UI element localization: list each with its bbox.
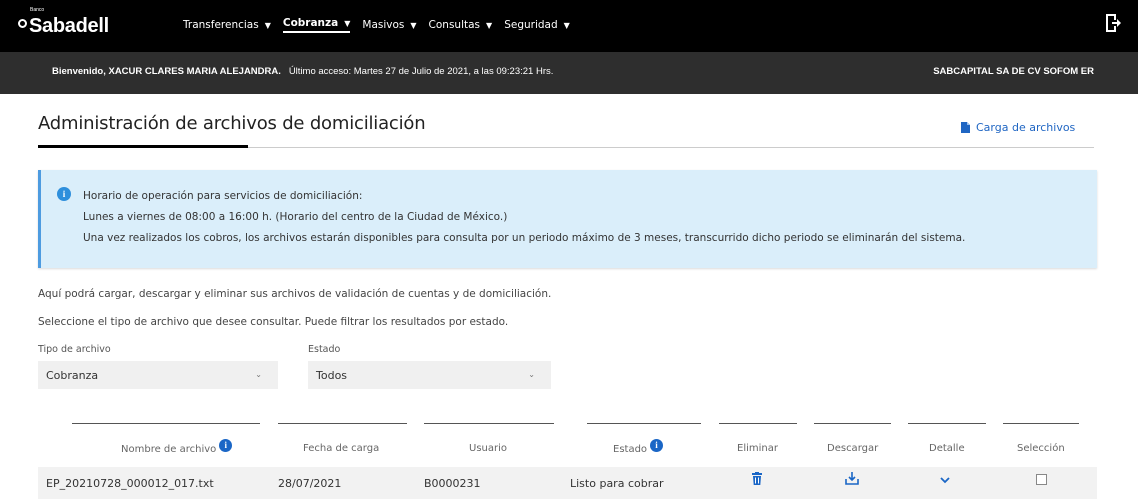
chevron-down-icon[interactable] xyxy=(940,477,950,484)
company-name: SABCAPITAL SA DE CV SOFOM ER xyxy=(933,66,1094,77)
info-line: Horario de operación para servicios de d… xyxy=(83,190,363,202)
header-usuario[interactable]: Usuario xyxy=(469,443,507,454)
top-navbar: Banco Sabadell Transferencias ▼ Cobranza ▼… xyxy=(0,0,1138,52)
column-divider xyxy=(1003,423,1079,424)
cell-estado: Listo para cobrar xyxy=(570,477,664,490)
header-label: Descargar xyxy=(827,443,879,454)
logo-name: Sabadell xyxy=(29,15,109,37)
info-text: Horario de operación para servicios de d… xyxy=(83,186,965,249)
upload-files-link[interactable]: Carga de archivos xyxy=(961,121,1075,134)
page-title: Administración de archivos de domiciliac… xyxy=(38,113,426,134)
row-select-checkbox[interactable] xyxy=(1036,474,1047,485)
info-icon[interactable]: i xyxy=(650,439,664,452)
title-underline xyxy=(38,145,248,148)
welcome-bar: Bienvenido, XACUR CLARES MARIA ALEJANDRA… xyxy=(0,52,1138,94)
cell-usuario: B0000231 xyxy=(424,477,481,490)
tipo-archivo-value: Cobranza xyxy=(46,368,99,382)
download-icon[interactable] xyxy=(845,472,859,485)
estado-label: Estado xyxy=(308,344,341,355)
cell-fecha-carga: 28/07/2021 xyxy=(278,477,342,490)
tipo-archivo-select[interactable]: Cobranza ⌄ xyxy=(38,361,278,389)
nav-cobranza[interactable]: Cobranza ▼ xyxy=(282,17,351,33)
column-divider xyxy=(278,423,407,424)
header-seleccion: Selección xyxy=(1017,443,1065,454)
header-nombre-archivo[interactable]: Nombre de archivo i xyxy=(121,439,233,456)
logo-banco-text: Banco xyxy=(30,7,45,13)
column-divider xyxy=(719,423,797,424)
info-icon: i xyxy=(57,187,71,201)
column-divider xyxy=(424,423,554,424)
column-divider xyxy=(908,423,986,424)
header-label: Fecha de carga xyxy=(303,443,380,454)
nav-masivos[interactable]: Masivos ▼ xyxy=(362,17,416,33)
header-label: Usuario xyxy=(469,443,508,454)
header-descargar: Descargar xyxy=(827,443,878,454)
cell-nombre-archivo: EP_20210728_000012_017.txt xyxy=(46,477,214,490)
header-estado[interactable]: Estado i xyxy=(613,439,664,456)
column-divider xyxy=(814,423,891,424)
chevron-down-icon: ⌄ xyxy=(528,370,535,379)
estado-value: Todos xyxy=(316,368,348,382)
caret-down-icon: ▼ xyxy=(563,20,570,30)
last-access-text: Último acceso: Martes 27 de Julio de 202… xyxy=(288,66,554,77)
header-label: Detalle xyxy=(929,443,965,454)
info-icon[interactable]: i xyxy=(219,439,233,452)
caret-down-icon: ▼ xyxy=(486,20,493,30)
chevron-down-icon: ⌄ xyxy=(255,370,262,379)
header-fecha-carga[interactable]: Fecha de carga xyxy=(303,443,379,454)
info-line: Una vez realizados los cobros, los archi… xyxy=(83,232,966,244)
estado-select[interactable]: Todos ⌄ xyxy=(308,361,551,389)
tipo-archivo-label: Tipo de archivo xyxy=(38,344,111,355)
header-label: Eliminar xyxy=(737,443,778,454)
info-alert: i Horario de operación para servicios de… xyxy=(38,170,1097,268)
nav-label: Cobranza xyxy=(282,17,339,29)
column-divider xyxy=(72,423,260,424)
caret-down-icon: ▼ xyxy=(344,18,351,28)
instructions-text: Aquí podrá cargar, descargar y eliminar … xyxy=(38,288,552,300)
filter-instructions-text: Seleccione el tipo de archivo que desee … xyxy=(38,316,509,328)
nav-consultas[interactable]: Consultas ▼ xyxy=(429,17,493,33)
header-detalle: Detalle xyxy=(929,443,965,454)
header-label: Nombre de archivo xyxy=(121,444,217,455)
caret-down-icon: ▼ xyxy=(410,20,417,30)
header-label: Selección xyxy=(1017,443,1065,454)
nav-seguridad[interactable]: Seguridad ▼ xyxy=(504,17,570,33)
column-divider xyxy=(587,423,701,424)
caret-down-icon: ▼ xyxy=(264,20,271,30)
nav-label: Transferencias xyxy=(183,19,259,31)
header-label: Estado xyxy=(613,444,648,455)
nav-label: Seguridad xyxy=(504,19,558,31)
upload-link-label: Carga de archivos xyxy=(976,121,1076,134)
info-line: Lunes a viernes de 08:00 a 16:00 h. (Hor… xyxy=(83,211,508,223)
nav-label: Masivos xyxy=(362,19,405,31)
header-eliminar: Eliminar xyxy=(737,443,778,454)
logo-ring-icon xyxy=(18,19,27,28)
nav-transferencias[interactable]: Transferencias ▼ xyxy=(183,17,271,33)
file-icon xyxy=(961,122,970,133)
nav-label: Consultas xyxy=(428,19,481,31)
logout-icon[interactable] xyxy=(1104,13,1122,33)
greeting-text: Bienvenido, XACUR CLARES MARIA ALEJANDRA… xyxy=(52,66,281,77)
welcome-message: Bienvenido, XACUR CLARES MARIA ALEJANDRA… xyxy=(52,66,553,77)
main-nav: Transferencias ▼ Cobranza ▼ Masivos ▼ Consu… xyxy=(183,17,570,33)
trash-icon[interactable] xyxy=(752,472,762,485)
